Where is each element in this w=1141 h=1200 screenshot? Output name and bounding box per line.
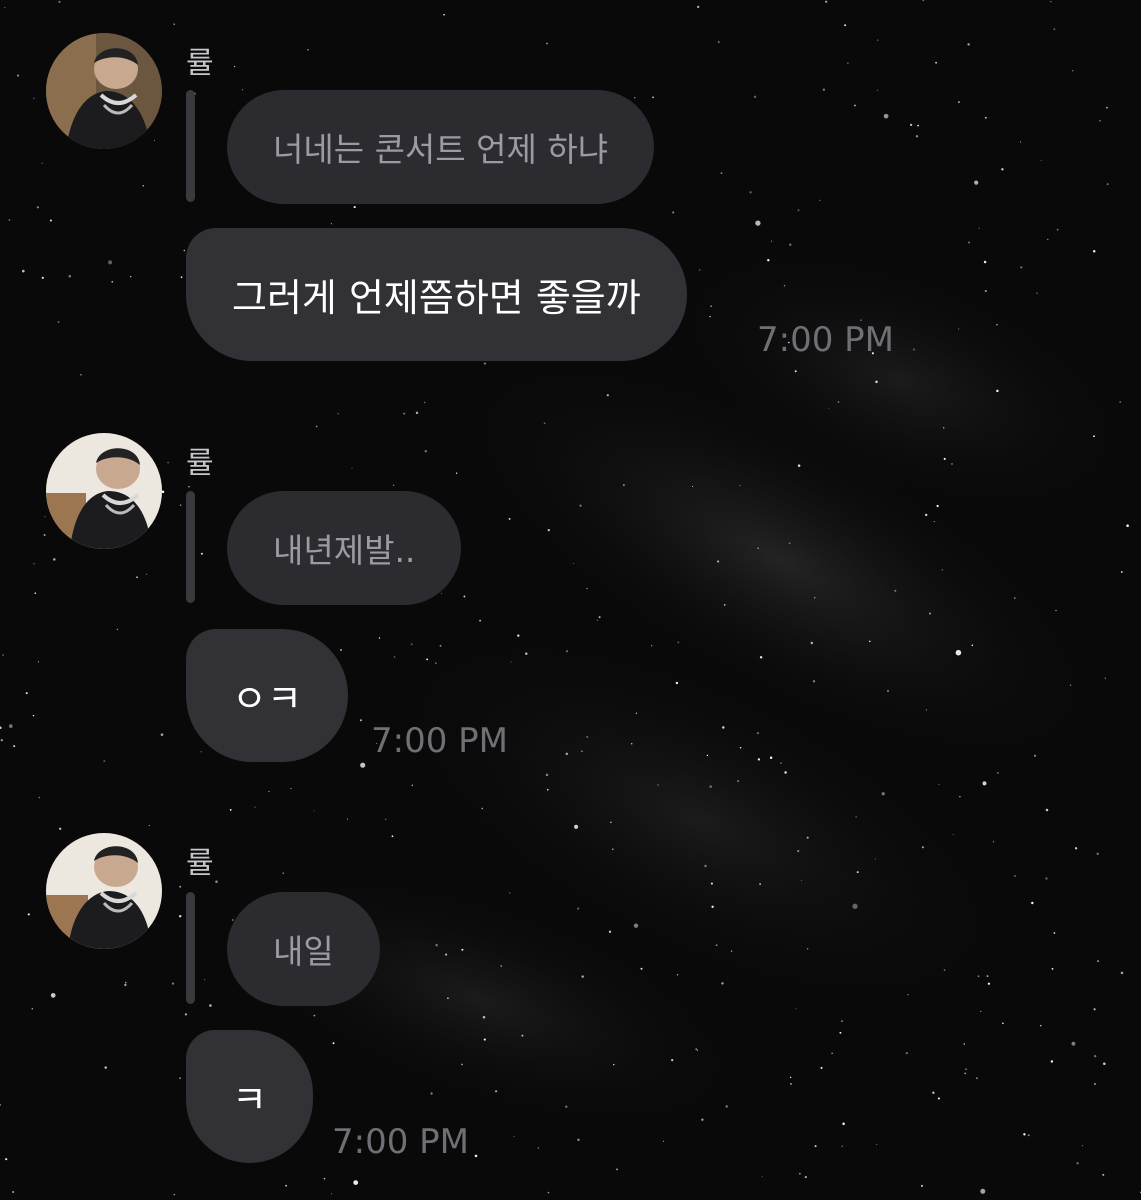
avatar-photo-icon — [46, 33, 162, 149]
reply-indicator — [186, 491, 195, 603]
message-bubble[interactable]: ㅋ — [186, 1030, 313, 1163]
message-time: 7:00 PM — [757, 320, 894, 360]
message-bubble[interactable]: 그러게 언제쯤하면 좋을까 — [186, 228, 687, 361]
message-time: 7:00 PM — [371, 721, 508, 761]
quoted-message[interactable]: 내일 — [227, 892, 380, 1006]
avatar[interactable] — [46, 433, 162, 549]
avatar[interactable] — [46, 833, 162, 949]
sender-name: 률 — [186, 46, 214, 81]
avatar-photo-icon — [46, 833, 162, 949]
avatar[interactable] — [46, 33, 162, 149]
message-bubble[interactable]: ㅇㅋ — [186, 629, 348, 762]
reply-indicator — [186, 90, 195, 202]
quoted-message[interactable]: 너네는 콘서트 언제 하냐 — [227, 90, 655, 204]
quoted-message[interactable]: 내년제발.. — [227, 491, 462, 605]
sender-name: 률 — [186, 846, 214, 881]
avatar-photo-icon — [46, 433, 162, 549]
sender-name: 률 — [186, 446, 214, 481]
reply-indicator — [186, 892, 195, 1004]
message-time: 7:00 PM — [332, 1122, 469, 1162]
